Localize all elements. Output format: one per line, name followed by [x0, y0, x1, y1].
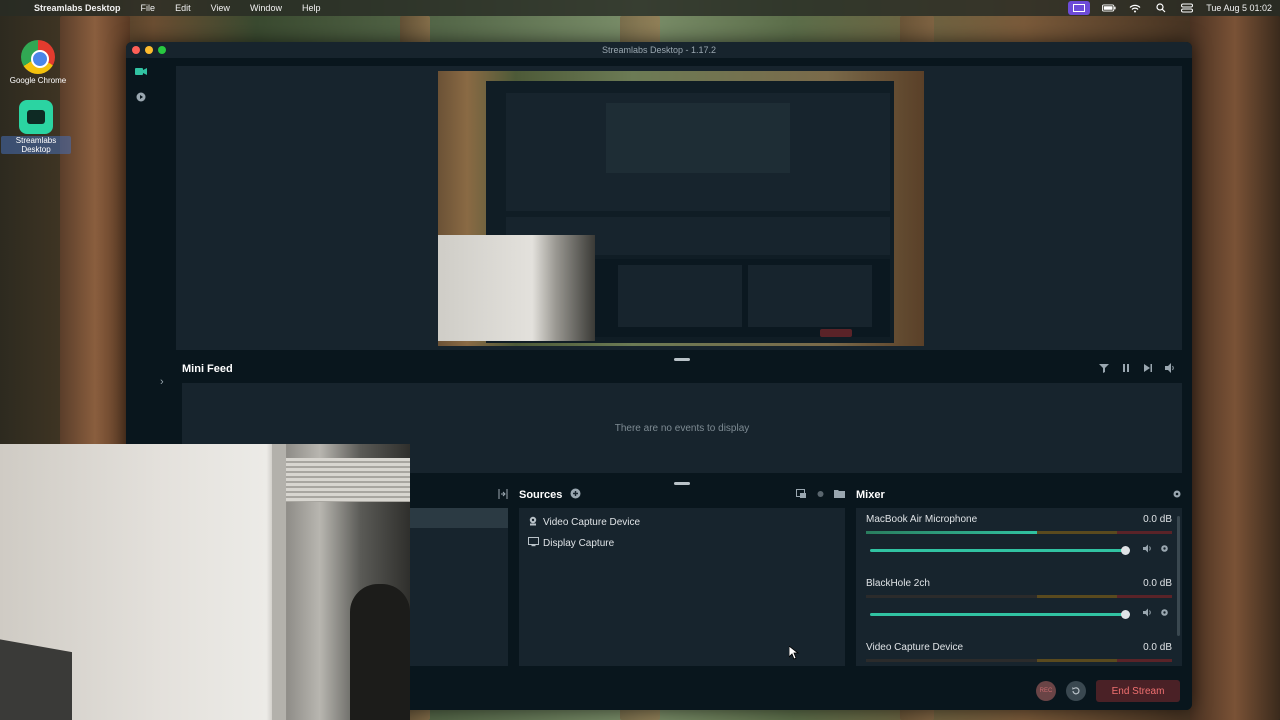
- stream-preview[interactable]: [176, 66, 1182, 350]
- tree-trunk: [1190, 16, 1280, 720]
- source-label: Display Capture: [543, 538, 615, 549]
- window-titlebar[interactable]: Streamlabs Desktop - 1.17.2: [126, 42, 1192, 58]
- mixer-title: Mixer: [856, 489, 885, 501]
- collapse-panel-icon[interactable]: [498, 488, 508, 502]
- preview-display-capture: [438, 71, 924, 346]
- laptop-silhouette: [0, 635, 72, 720]
- mixer-source-label: Video Capture Device: [866, 642, 964, 653]
- streamlabs-icon: [19, 100, 53, 134]
- end-stream-button[interactable]: End Stream: [1096, 680, 1180, 702]
- mixer-db-value: 0.0 dB: [1143, 514, 1172, 525]
- add-source-icon[interactable]: [570, 488, 581, 502]
- mixer-item: BlackHole 2ch 0.0 dB: [856, 572, 1182, 636]
- sources-panel: Video Capture Device Display Capture: [519, 508, 845, 666]
- mute-speaker-icon[interactable]: [1140, 544, 1156, 556]
- source-folder-icon[interactable]: [834, 489, 845, 502]
- preview-webcam-capture: [438, 235, 595, 341]
- mixer-item: Video Capture Device 0.0 dB: [856, 636, 1182, 666]
- scenes-panel: [410, 508, 508, 666]
- menu-edit[interactable]: Edit: [175, 3, 191, 13]
- source-visibility-icon[interactable]: [815, 489, 826, 502]
- screen-recording-icon[interactable]: [1068, 1, 1091, 15]
- wifi-icon[interactable]: [1128, 3, 1142, 13]
- selected-scene-row[interactable]: [410, 508, 508, 528]
- monitor-icon: [527, 537, 539, 550]
- desktop-icon-label: Streamlabs Desktop: [1, 136, 71, 154]
- mini-feed-title: Mini Feed: [182, 363, 233, 375]
- mixer-db-value: 0.0 dB: [1143, 578, 1172, 589]
- webcam-overlay: [0, 444, 410, 720]
- volume-icon[interactable]: [1165, 362, 1176, 376]
- control-center-icon[interactable]: [1180, 3, 1194, 13]
- sources-title: Sources: [519, 489, 563, 501]
- chrome-icon: [21, 40, 55, 74]
- menu-view[interactable]: View: [211, 3, 230, 13]
- volume-meter: [866, 595, 1172, 598]
- mixer-source-label: BlackHole 2ch: [866, 578, 930, 589]
- menu-window[interactable]: Window: [250, 3, 282, 13]
- mixer-db-value: 0.0 dB: [1143, 642, 1172, 653]
- mixer-source-label: MacBook Air Microphone: [866, 514, 978, 525]
- volume-meter: [866, 659, 1172, 662]
- volume-slider[interactable]: [870, 609, 1130, 619]
- desktop-icon-chrome[interactable]: Google Chrome: [3, 40, 73, 85]
- mini-feed-empty-text: There are no events to display: [614, 422, 750, 434]
- mixer-header: Mixer: [856, 486, 1182, 504]
- replay-icon: [1072, 687, 1080, 695]
- pause-icon[interactable]: [1121, 363, 1131, 376]
- mini-feed-header: Mini Feed: [176, 358, 1182, 380]
- replay-buffer-button[interactable]: [1066, 681, 1086, 701]
- source-settings-gear-icon[interactable]: [1156, 544, 1172, 556]
- menu-help[interactable]: Help: [302, 3, 321, 13]
- menubar-clock[interactable]: Tue Aug 5 01:02: [1206, 3, 1272, 13]
- record-button[interactable]: REC: [1036, 681, 1056, 701]
- play-circle-icon: [136, 92, 146, 102]
- window-blind: [286, 458, 410, 502]
- window-title: Streamlabs Desktop - 1.17.2: [601, 45, 717, 55]
- source-item-video-capture[interactable]: Video Capture Device: [519, 512, 845, 533]
- spotlight-search-icon[interactable]: [1154, 3, 1168, 13]
- feed-resize-handle[interactable]: [674, 482, 690, 485]
- source-item-display-capture[interactable]: Display Capture: [519, 533, 845, 554]
- battery-icon[interactable]: [1102, 3, 1116, 13]
- macos-menubar: Streamlabs Desktop File Edit View Window…: [0, 0, 1280, 16]
- mixer-panel: MacBook Air Microphone 0.0 dB BlackHole …: [856, 508, 1182, 666]
- editor-nav-button[interactable]: [126, 58, 156, 84]
- slider-handle[interactable]: [1121, 609, 1130, 619]
- video-camera-icon: [135, 68, 147, 75]
- source-label: Video Capture Device: [543, 517, 641, 528]
- mouse-cursor-icon: [788, 645, 800, 663]
- source-filter-icon[interactable]: [796, 488, 807, 502]
- menu-app-name[interactable]: Streamlabs Desktop: [34, 3, 121, 13]
- replay-nav-button[interactable]: [126, 84, 156, 110]
- mixer-scrollbar[interactable]: [1177, 516, 1180, 636]
- desktop-icon-label: Google Chrome: [9, 76, 67, 85]
- expand-sidebar-chevron-icon[interactable]: ›: [160, 376, 164, 388]
- menu-file[interactable]: File: [141, 3, 156, 13]
- skip-forward-icon[interactable]: [1143, 363, 1153, 376]
- slider-handle[interactable]: [1121, 545, 1130, 555]
- filter-icon[interactable]: [1099, 363, 1109, 376]
- volume-meter: [866, 531, 1172, 534]
- sources-header: Sources: [519, 486, 845, 504]
- source-settings-gear-icon[interactable]: [1156, 608, 1172, 620]
- camera-icon: [527, 516, 539, 529]
- mute-speaker-icon[interactable]: [1140, 608, 1156, 620]
- volume-slider[interactable]: [870, 545, 1130, 555]
- scenes-header-tools: [498, 486, 508, 504]
- mixer-item: MacBook Air Microphone 0.0 dB: [856, 508, 1182, 572]
- mixer-settings-gear-icon[interactable]: [1172, 489, 1182, 502]
- desktop-icon-streamlabs[interactable]: Streamlabs Desktop: [1, 100, 71, 154]
- person-silhouette: [350, 584, 410, 720]
